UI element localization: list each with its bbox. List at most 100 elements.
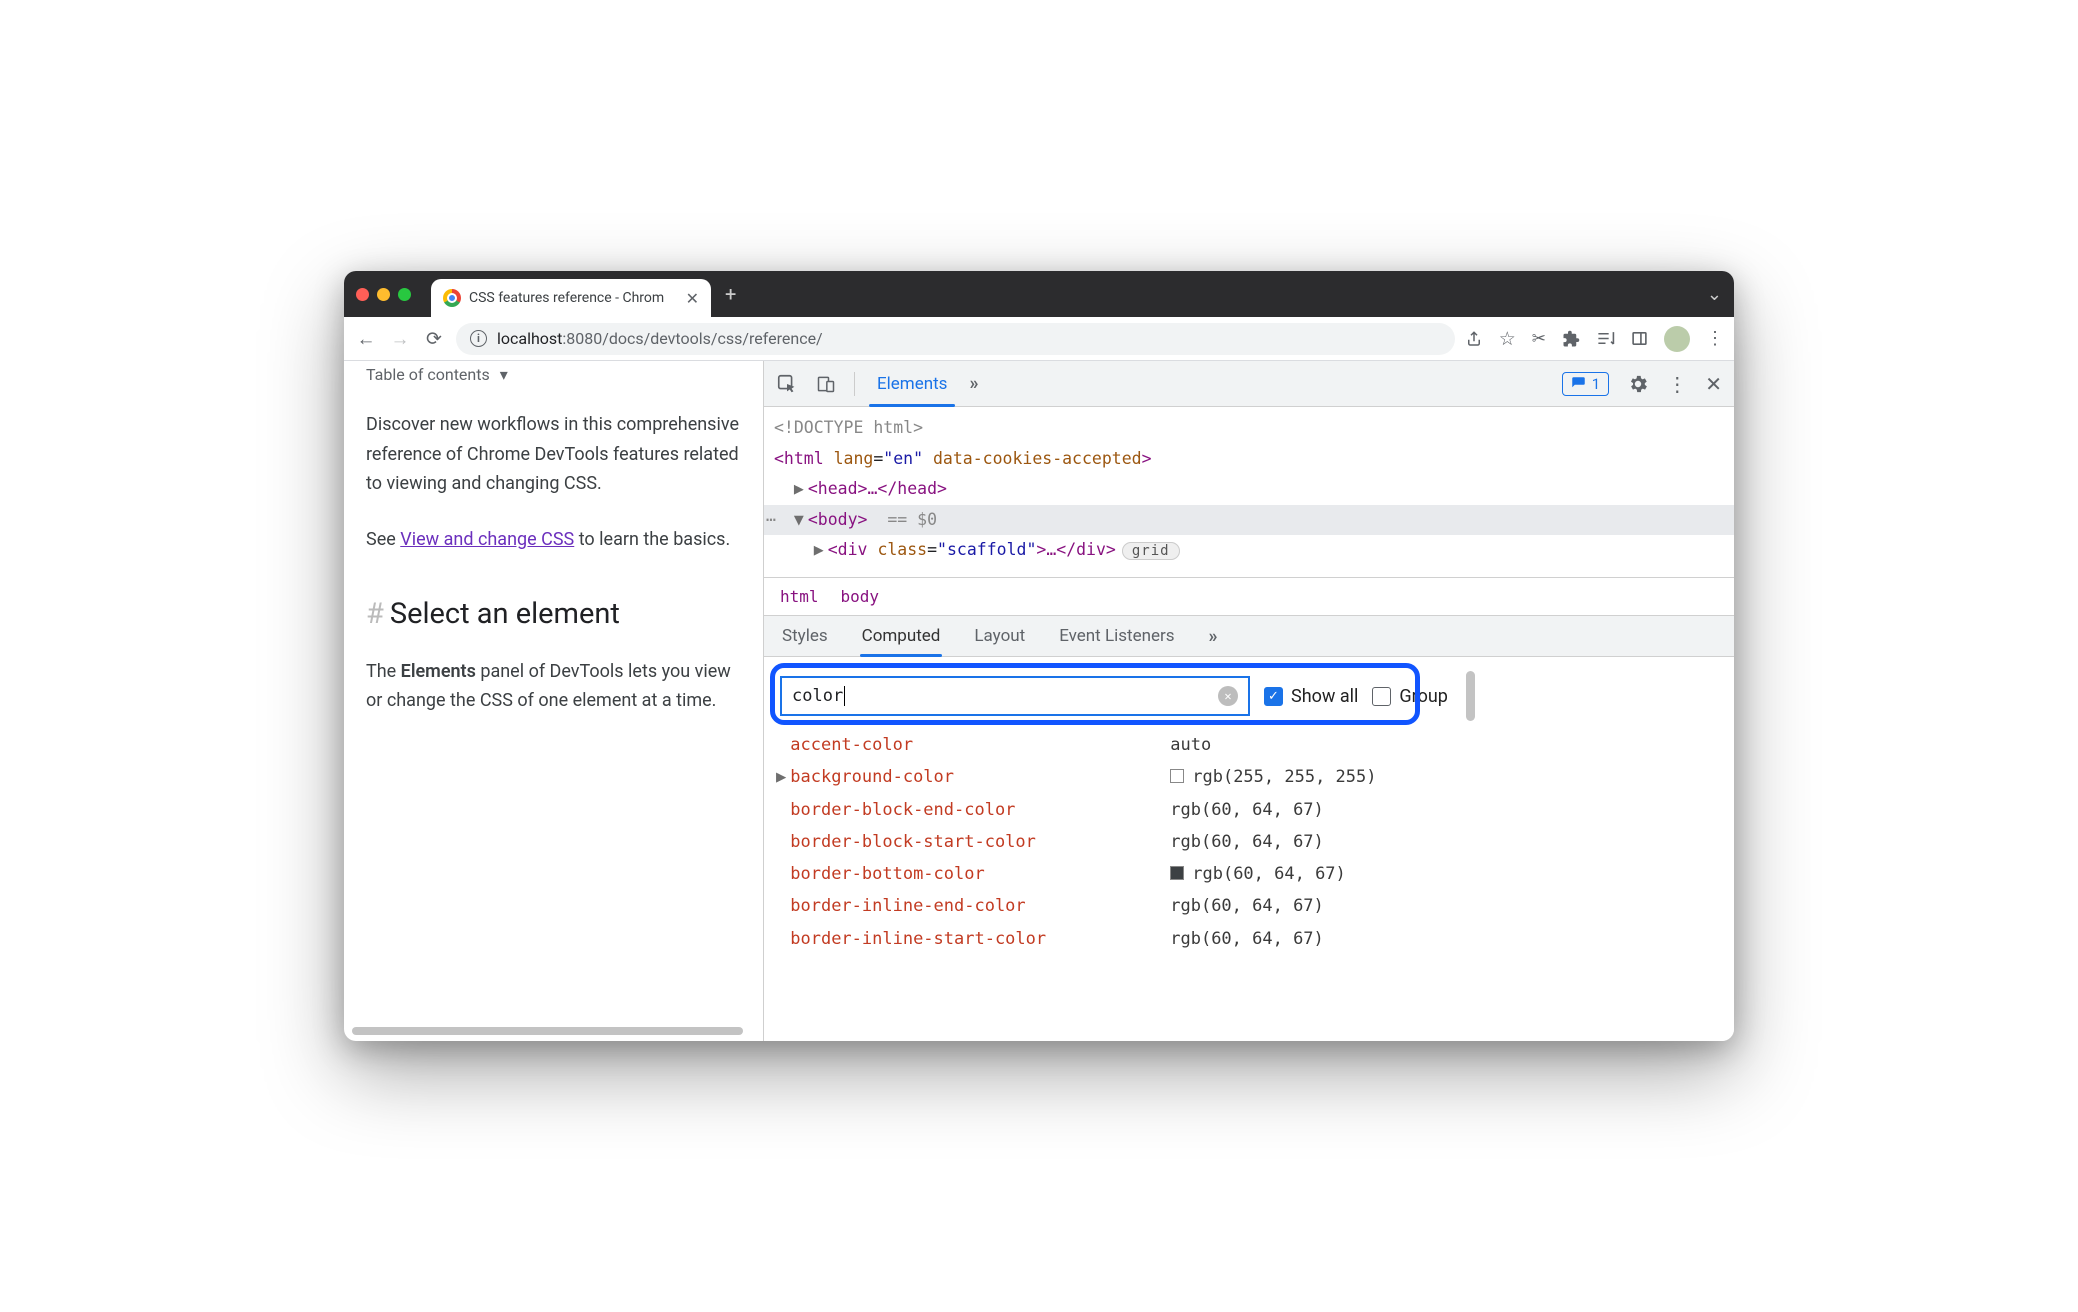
filter-input[interactable]: color ✕ <box>780 676 1250 716</box>
browser-toolbar: ← → ⟳ i localhost:8080/docs/devtools/css… <box>344 317 1734 361</box>
clear-filter-button[interactable]: ✕ <box>1218 686 1238 706</box>
minimize-window-button[interactable] <box>377 288 390 301</box>
section-heading: #Select an element <box>366 597 741 631</box>
computed-row[interactable]: ▶background-colorrgb(255, 255, 255) <box>792 761 1720 793</box>
breadcrumb: html body <box>764 577 1734 615</box>
side-panel-icon[interactable] <box>1631 330 1648 347</box>
view-change-css-link[interactable]: View and change CSS <box>400 529 574 550</box>
property-value: rgb(60, 64, 67) <box>1170 794 1324 826</box>
property-name: border-inline-end-color <box>790 890 1170 922</box>
property-value: rgb(255, 255, 255) <box>1170 761 1376 793</box>
new-tab-button[interactable]: + <box>725 282 736 306</box>
crumb-body[interactable]: body <box>841 587 880 606</box>
property-name: border-bottom-color <box>790 858 1170 890</box>
scrollbar[interactable] <box>1466 671 1475 721</box>
browser-tab[interactable]: CSS features reference - Chrom ✕ <box>431 279 711 317</box>
gear-icon[interactable] <box>1627 373 1649 395</box>
subtab-event-listeners[interactable]: Event Listeners <box>1059 626 1174 646</box>
tabs-more-button[interactable]: » <box>969 373 978 394</box>
url-text: localhost:8080/docs/devtools/css/referen… <box>497 329 823 348</box>
dom-div[interactable]: ▶<div class="scaffold">…</div>grid <box>774 535 1724 566</box>
reload-button[interactable]: ⟳ <box>422 327 446 350</box>
property-value: auto <box>1170 729 1211 761</box>
extensions-icon[interactable] <box>1562 330 1580 348</box>
forward-button[interactable]: → <box>388 327 412 351</box>
devtools-toolbar: Elements » 1 ⋮ ✕ <box>764 361 1734 407</box>
chat-icon <box>1571 376 1586 391</box>
color-swatch[interactable] <box>1170 769 1184 783</box>
computed-properties: ▶accent-colorauto▶background-colorrgb(25… <box>764 729 1734 965</box>
issues-button[interactable]: 1 <box>1562 372 1609 396</box>
maximize-window-button[interactable] <box>398 288 411 301</box>
computed-row[interactable]: ▶border-block-end-colorrgb(60, 64, 67) <box>792 794 1720 826</box>
subtab-styles[interactable]: Styles <box>782 626 828 646</box>
devtools-close-button[interactable]: ✕ <box>1705 372 1722 396</box>
property-value: rgb(60, 64, 67) <box>1170 890 1324 922</box>
computed-row[interactable]: ▶accent-colorauto <box>792 729 1720 761</box>
group-label: Group <box>1399 686 1447 707</box>
text-caret <box>844 686 845 706</box>
tab-title: CSS features reference - Chrom <box>469 290 664 306</box>
checkbox-off-icon <box>1372 687 1391 706</box>
crumb-html[interactable]: html <box>780 587 819 606</box>
property-name: border-block-end-color <box>790 794 1170 826</box>
subtab-computed[interactable]: Computed <box>862 626 941 646</box>
browser-window: CSS features reference - Chrom ✕ + ⌄ ← →… <box>344 271 1734 1041</box>
computed-row[interactable]: ▶border-inline-end-colorrgb(60, 64, 67) <box>792 890 1720 922</box>
tab-elements[interactable]: Elements <box>873 374 951 394</box>
share-icon[interactable] <box>1465 330 1483 348</box>
property-name: border-inline-start-color <box>790 923 1170 955</box>
anchor-hash-icon[interactable]: # <box>366 597 384 631</box>
color-swatch[interactable] <box>1170 866 1184 880</box>
property-name: border-block-start-color <box>790 826 1170 858</box>
inspect-icon[interactable] <box>776 373 798 395</box>
show-all-label: Show all <box>1291 686 1358 707</box>
checkbox-on-icon: ✓ <box>1264 687 1283 706</box>
tab-close-button[interactable]: ✕ <box>686 289 699 308</box>
back-button[interactable]: ← <box>354 327 378 351</box>
close-window-button[interactable] <box>356 288 369 301</box>
dom-html[interactable]: <html lang="en" data-cookies-accepted> <box>774 444 1724 475</box>
dom-body[interactable]: ⋯ ▼<body> == $0 <box>764 505 1734 536</box>
profile-avatar[interactable] <box>1664 326 1690 352</box>
reading-list-icon[interactable] <box>1596 329 1615 348</box>
address-bar[interactable]: i localhost:8080/docs/devtools/css/refer… <box>456 323 1455 355</box>
group-checkbox[interactable]: Group <box>1372 686 1447 707</box>
property-name: background-color <box>790 761 1170 793</box>
browser-menu-button[interactable]: ⋮ <box>1706 328 1724 349</box>
filter-value: color <box>792 686 843 706</box>
grid-badge[interactable]: grid <box>1122 542 1180 560</box>
property-value: rgb(60, 64, 67) <box>1170 826 1324 858</box>
dom-head[interactable]: ▶<head>…</head> <box>774 474 1724 505</box>
computed-filter-row: color ✕ ✓ Show all Group <box>764 657 1734 729</box>
subtabs-more-button[interactable]: » <box>1209 626 1218 647</box>
property-name: accent-color <box>790 729 1170 761</box>
bookmark-button[interactable]: ☆ <box>1499 327 1516 350</box>
page-content: Table of contents ▾ Discover new workflo… <box>344 361 764 1041</box>
chrome-icon <box>443 289 461 307</box>
content-area: Table of contents ▾ Discover new workflo… <box>344 361 1734 1041</box>
scissors-icon[interactable]: ✂ <box>1532 329 1546 349</box>
dom-doctype[interactable]: <!DOCTYPE html> <box>774 413 1724 444</box>
computed-row[interactable]: ▶border-block-start-colorrgb(60, 64, 67) <box>792 826 1720 858</box>
property-value: rgb(60, 64, 67) <box>1170 858 1346 890</box>
section-paragraph: The Elements panel of DevTools lets you … <box>366 657 741 716</box>
styles-subtabs: Styles Computed Layout Event Listeners » <box>764 615 1734 657</box>
computed-row[interactable]: ▶border-inline-start-colorrgb(60, 64, 67… <box>792 923 1720 955</box>
issues-count: 1 <box>1592 375 1600 393</box>
see-also-paragraph: See View and change CSS to learn the bas… <box>366 525 741 555</box>
tabs-overflow-button[interactable]: ⌄ <box>1707 284 1722 305</box>
tab-strip: CSS features reference - Chrom ✕ + ⌄ <box>344 271 1734 317</box>
computed-row[interactable]: ▶border-bottom-colorrgb(60, 64, 67) <box>792 858 1720 890</box>
window-controls <box>356 288 411 301</box>
show-all-checkbox[interactable]: ✓ Show all <box>1264 686 1358 707</box>
dom-tree[interactable]: <!DOCTYPE html> <html lang="en" data-coo… <box>764 407 1734 577</box>
property-value: rgb(60, 64, 67) <box>1170 923 1324 955</box>
expand-arrow-icon[interactable]: ▶ <box>776 761 786 793</box>
site-info-icon[interactable]: i <box>470 330 487 347</box>
chevron-down-icon: ▾ <box>500 365 508 384</box>
devtools-menu-button[interactable]: ⋮ <box>1667 372 1687 396</box>
toc-toggle[interactable]: Table of contents ▾ <box>366 365 741 384</box>
device-toggle-icon[interactable] <box>816 374 836 394</box>
subtab-layout[interactable]: Layout <box>974 626 1025 646</box>
